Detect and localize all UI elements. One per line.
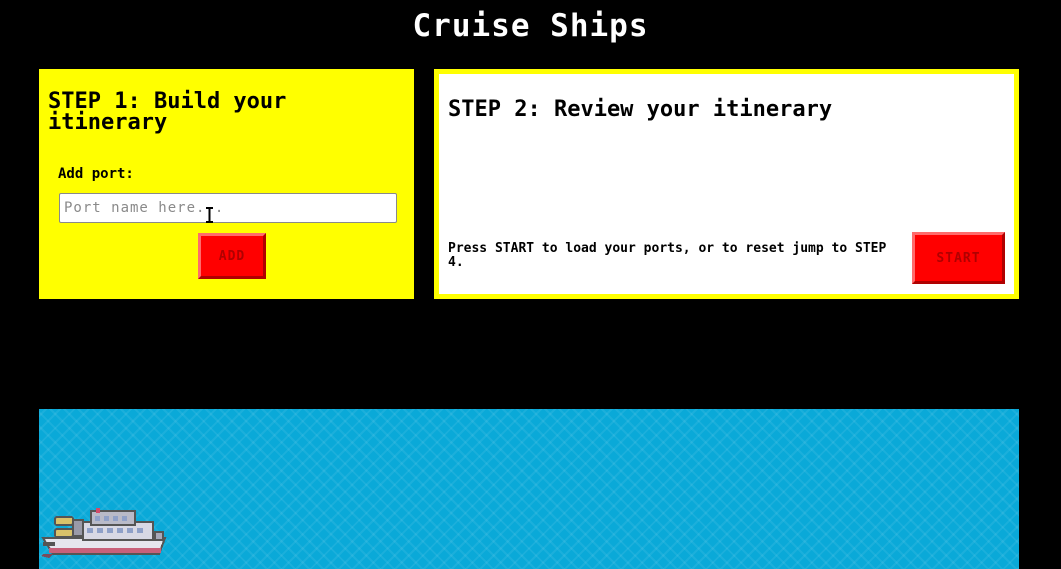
game-page: Cruise Ships STEP 1: Build your itinerar…: [0, 0, 1061, 569]
step1-panel: STEP 1: Build your itinerary Add port: A…: [39, 69, 414, 299]
cruise-ship-icon: [41, 508, 167, 558]
step2-panel: STEP 2: Review your itinerary Press STAR…: [434, 69, 1019, 299]
step2-heading: STEP 2: Review your itinerary: [448, 97, 833, 122]
start-button[interactable]: START: [912, 232, 1005, 284]
port-name-input[interactable]: [59, 193, 397, 223]
step2-instructions: Press START to load your ports, or to re…: [448, 241, 887, 270]
page-title: Cruise Ships: [412, 8, 649, 44]
add-port-button[interactable]: ADD: [198, 233, 266, 279]
step1-heading: STEP 1: Build your itinerary: [48, 89, 287, 135]
add-port-label: Add port:: [58, 166, 134, 182]
sea-area: [39, 409, 1019, 569]
